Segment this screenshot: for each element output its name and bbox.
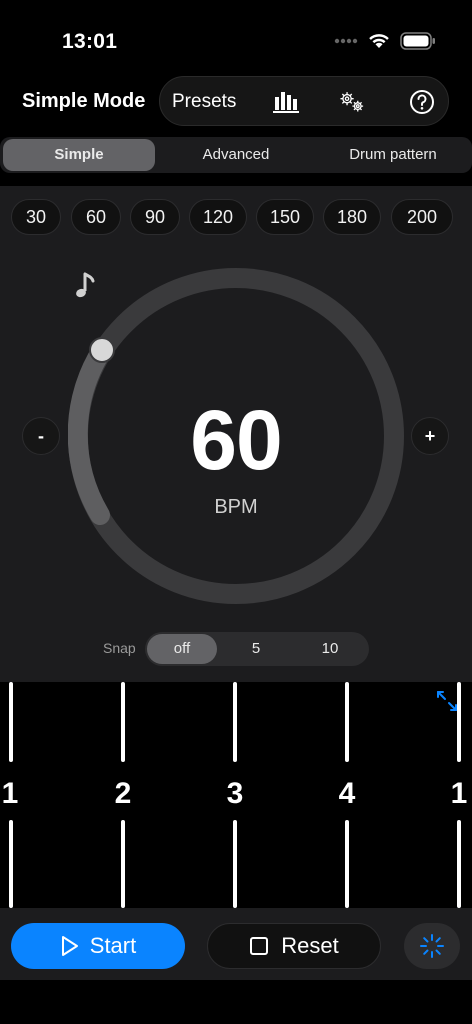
status-time: 13:01: [62, 30, 118, 53]
snap-option-10[interactable]: 10: [295, 632, 365, 666]
toolbar-pill: Presets: [159, 76, 449, 126]
tab-simple[interactable]: Simple: [3, 139, 155, 171]
tempo-preset-chip[interactable]: 120: [189, 199, 247, 235]
snap-option-5[interactable]: 5: [221, 632, 291, 666]
beat-line: [457, 820, 461, 908]
tempo-preset-chip[interactable]: 30: [11, 199, 61, 235]
sparkle-icon: [420, 934, 444, 958]
beat-number: 3: [226, 777, 244, 810]
start-button[interactable]: Start: [11, 923, 185, 969]
help-icon[interactable]: [408, 89, 436, 115]
increase-tempo-button[interactable]: +: [411, 417, 449, 455]
tempo-preset-chip[interactable]: 180: [323, 199, 381, 235]
tempo-dial[interactable]: 60 BPM: [68, 268, 404, 604]
bpm-unit-label: BPM: [214, 496, 258, 518]
status-bar: 13:01: [0, 0, 472, 72]
sparkle-button[interactable]: [404, 923, 460, 969]
wifi-icon: [369, 34, 389, 48]
beat-number: 1: [1, 777, 19, 810]
status-icons: [334, 32, 436, 50]
beat-line: [345, 820, 349, 908]
mode-title: Simple Mode: [22, 90, 146, 112]
tempo-preset-chip[interactable]: 200: [391, 199, 453, 235]
stop-square-icon: [250, 937, 269, 955]
beat-line: [233, 682, 237, 762]
beat-visualizer: 1 2 3 4 1: [0, 682, 472, 908]
snap-option-off[interactable]: off: [147, 634, 217, 664]
beat-number: 2: [114, 777, 132, 810]
start-label: Start: [89, 933, 137, 958]
play-icon: [61, 936, 78, 956]
tempo-preset-chip[interactable]: 150: [256, 199, 314, 235]
bottom-controls: Start Reset: [0, 908, 472, 980]
beat-line: [9, 682, 13, 762]
tempo-panel: 30 60 90 120 150 180 200 - + 60 BPM Snap…: [0, 186, 472, 682]
bar-chart-icon[interactable]: [272, 89, 300, 115]
cellular-signal-icon: [334, 38, 358, 44]
dial-handle: [89, 337, 115, 363]
reset-label: Reset: [281, 933, 339, 958]
beat-line: [121, 820, 125, 908]
header: Simple Mode Presets: [0, 76, 472, 128]
beat-number: 1: [450, 777, 468, 810]
tempo-preset-chip[interactable]: 60: [71, 199, 121, 235]
beat-line: [121, 682, 125, 762]
beat-number: 4: [338, 777, 356, 810]
tempo-preset-chip[interactable]: 90: [130, 199, 180, 235]
tab-drum-pattern[interactable]: Drum pattern: [314, 137, 472, 173]
mode-segmented-control: Simple Advanced Drum pattern: [0, 137, 472, 173]
beat-line: [345, 682, 349, 762]
expand-icon[interactable]: [434, 688, 460, 714]
battery-icon: [400, 32, 435, 50]
bpm-value: 60: [190, 393, 282, 487]
presets-button[interactable]: Presets: [172, 91, 236, 113]
beat-line: [233, 820, 237, 908]
tab-advanced[interactable]: Advanced: [158, 137, 314, 173]
decrease-tempo-button[interactable]: -: [22, 417, 60, 455]
beat-line: [9, 820, 13, 908]
snap-label: Snap: [103, 640, 136, 656]
snap-segmented-control: off 5 10: [145, 632, 369, 666]
gears-icon[interactable]: [338, 89, 366, 115]
music-note-icon: [76, 272, 95, 298]
reset-button[interactable]: Reset: [207, 923, 381, 969]
